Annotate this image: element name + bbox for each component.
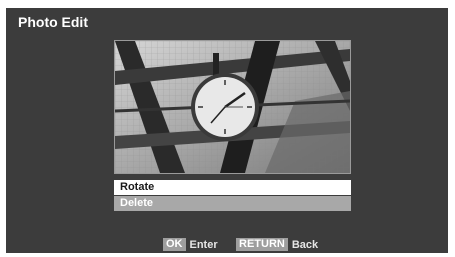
return-hint: RETURN Back <box>236 238 318 251</box>
edit-menu: Rotate Delete <box>114 180 351 212</box>
photo-preview <box>114 40 351 174</box>
ok-key[interactable]: OK <box>163 238 186 251</box>
ok-action-label: Enter <box>189 238 218 251</box>
photo-edit-screen: Photo Edit Rotate Delete OK Enter RETURN… <box>6 8 448 253</box>
menu-item-rotate[interactable]: Rotate <box>114 180 351 195</box>
button-guide: OK Enter RETURN Back <box>6 238 448 252</box>
return-action-label: Back <box>291 238 319 251</box>
page-title: Photo Edit <box>18 14 88 30</box>
ok-hint: OK Enter <box>163 238 218 251</box>
return-key[interactable]: RETURN <box>236 238 288 251</box>
menu-item-delete[interactable]: Delete <box>114 196 351 211</box>
clock-photo-image <box>115 41 350 173</box>
